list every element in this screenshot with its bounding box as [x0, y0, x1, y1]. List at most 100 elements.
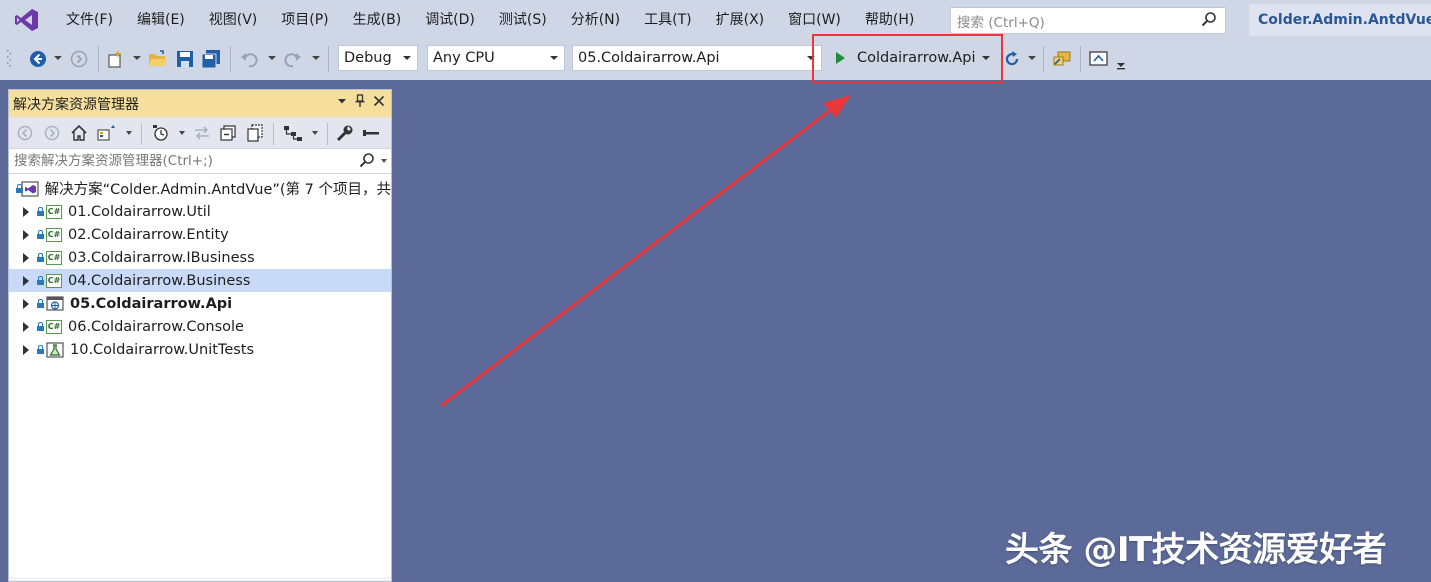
- switch-views-dropdown-icon[interactable]: [126, 131, 132, 135]
- close-icon[interactable]: [373, 95, 385, 111]
- chevron-down-icon: [550, 56, 558, 60]
- lock-icon: [37, 276, 44, 285]
- tree-row-project[interactable]: C# 03.Coldairarrow.IBusiness: [9, 246, 391, 269]
- toolbar-separator: [328, 46, 329, 72]
- lock-icon: [37, 299, 44, 308]
- undo-dropdown-icon[interactable]: [268, 56, 276, 60]
- redo-dropdown-icon[interactable]: [312, 56, 320, 60]
- expand-arrow-icon[interactable]: [23, 206, 29, 217]
- tree-row-solution[interactable]: 解决方案“Colder.Admin.AntdVue”(第 7 个项目，共: [9, 177, 391, 200]
- back-icon[interactable]: [15, 123, 35, 143]
- preview-selected-items-icon[interactable]: [361, 123, 381, 143]
- chevron-down-icon: [981, 56, 990, 60]
- collapse-all-icon[interactable]: [218, 123, 238, 143]
- refresh-icon[interactable]: [1001, 48, 1023, 70]
- solution-explorer-search-placeholder: 搜索解决方案资源管理器(Ctrl+;): [14, 153, 213, 169]
- redo-icon[interactable]: [282, 48, 304, 70]
- expand-arrow-icon[interactable]: [23, 298, 29, 309]
- menu-view[interactable]: 视图(V): [197, 6, 270, 34]
- menu-window[interactable]: 窗口(W): [776, 6, 853, 34]
- menu-test[interactable]: 测试(S): [487, 6, 559, 34]
- home-icon[interactable]: [69, 123, 89, 143]
- toolbar-grip-icon[interactable]: [6, 48, 12, 70]
- new-project-icon[interactable]: [105, 48, 127, 70]
- search-icon: [359, 152, 375, 176]
- switch-views-icon[interactable]: [97, 123, 117, 143]
- toolbar-separator: [230, 46, 231, 72]
- properties-wrench-icon[interactable]: [335, 123, 355, 143]
- navigate-back-icon[interactable]: [27, 48, 49, 70]
- tree-view-icon[interactable]: [283, 123, 303, 143]
- solution-configuration-select[interactable]: Debug: [338, 45, 418, 71]
- expand-arrow-icon[interactable]: [23, 275, 29, 286]
- start-debugging-button[interactable]: Coldairarrow.Api: [836, 45, 990, 71]
- expand-arrow-icon[interactable]: [23, 321, 29, 332]
- menu-help[interactable]: 帮助(H): [853, 6, 926, 34]
- window-position-dropdown-icon[interactable]: [337, 95, 347, 110]
- sync-with-active-document-icon[interactable]: [192, 123, 212, 143]
- menu-build[interactable]: 生成(B): [341, 6, 414, 34]
- open-file-icon[interactable]: [147, 48, 169, 70]
- search-icon: [1201, 11, 1217, 31]
- menu-tools[interactable]: 工具(T): [632, 6, 703, 34]
- project-label: 02.Coldairarrow.Entity: [68, 226, 229, 243]
- solution-explorer-titlebar: 解决方案资源管理器: [9, 90, 391, 117]
- project-label: 04.Coldairarrow.Business: [68, 272, 251, 289]
- tree-row-project[interactable]: C# 01.Coldairarrow.Util: [9, 200, 391, 223]
- solution-explorer-title: 解决方案资源管理器: [13, 96, 139, 113]
- csharp-project-icon: C#: [46, 273, 62, 288]
- toolbar-separator: [141, 123, 142, 145]
- save-icon[interactable]: [174, 48, 196, 70]
- show-all-files-icon[interactable]: [245, 123, 265, 143]
- watermark-text: 头条 @IT技术资源爱好者: [1005, 530, 1387, 570]
- tree-row-project[interactable]: C# 02.Coldairarrow.Entity: [9, 223, 391, 246]
- pending-changes-filter-icon[interactable]: [151, 123, 171, 143]
- new-project-dropdown-icon[interactable]: [133, 56, 141, 60]
- test-project-icon: [46, 341, 64, 358]
- toolbar-options-icon[interactable]: [1114, 54, 1128, 76]
- forward-icon[interactable]: [42, 123, 62, 143]
- csharp-project-icon: C#: [46, 227, 62, 242]
- menu-analyze[interactable]: 分析(N): [559, 6, 632, 34]
- browser-link-icon[interactable]: [1051, 48, 1073, 70]
- solution-configuration-value: Debug: [344, 50, 392, 66]
- expand-arrow-icon[interactable]: [23, 229, 29, 240]
- solution-explorer-panel: 解决方案资源管理器 搜索解决方案资源管理器(Ctrl+;) 解决方案“Colde…: [8, 89, 392, 582]
- toolbar-separator: [1080, 46, 1081, 72]
- expand-arrow-icon[interactable]: [23, 252, 29, 263]
- solution-explorer-search-input[interactable]: 搜索解决方案资源管理器(Ctrl+;): [9, 149, 391, 174]
- navigate-back-dropdown-icon[interactable]: [54, 56, 62, 60]
- tree-view-dropdown-icon[interactable]: [312, 131, 318, 135]
- solution-platform-select[interactable]: Any CPU: [427, 45, 565, 71]
- quick-search-input[interactable]: 搜索 (Ctrl+Q): [950, 7, 1226, 34]
- project-label: 03.Coldairarrow.IBusiness: [68, 249, 255, 266]
- menu-edit[interactable]: 编辑(E): [125, 6, 197, 34]
- undo-icon[interactable]: [238, 48, 260, 70]
- lock-icon: [37, 207, 44, 216]
- chevron-down-icon: [403, 56, 411, 60]
- menu-debug[interactable]: 调试(D): [413, 6, 487, 34]
- solution-explorer-toolbar: [9, 117, 391, 149]
- expand-arrow-icon[interactable]: [23, 344, 29, 355]
- live-share-icon[interactable]: [1088, 48, 1110, 70]
- refresh-dropdown-icon[interactable]: [1028, 56, 1036, 60]
- menu-extensions[interactable]: 扩展(X): [704, 6, 777, 34]
- quick-search-placeholder: 搜索 (Ctrl+Q): [957, 14, 1045, 31]
- menu-file[interactable]: 文件(F): [54, 6, 125, 34]
- filter-dropdown-icon[interactable]: [179, 131, 185, 135]
- navigate-forward-icon[interactable]: [68, 48, 90, 70]
- project-label: 05.Coldairarrow.Api: [70, 295, 233, 312]
- tree-row-project-selected[interactable]: C# 04.Coldairarrow.Business: [9, 269, 391, 292]
- csharp-project-icon: C#: [46, 204, 62, 219]
- toolbar-separator: [327, 123, 328, 145]
- tree-row-startup-project[interactable]: 05.Coldairarrow.Api: [9, 292, 391, 315]
- menu-project[interactable]: 项目(P): [269, 6, 340, 34]
- save-all-icon[interactable]: [200, 48, 222, 70]
- pin-icon[interactable]: [355, 94, 365, 111]
- search-options-dropdown-icon[interactable]: [381, 159, 387, 163]
- tree-row-project[interactable]: 10.Coldairarrow.UnitTests: [9, 338, 391, 361]
- startup-project-value: 05.Coldairarrow.Api: [578, 50, 720, 66]
- tree-row-project[interactable]: C# 06.Coldairarrow.Console: [9, 315, 391, 338]
- startup-project-select[interactable]: 05.Coldairarrow.Api: [572, 45, 822, 71]
- project-label: 06.Coldairarrow.Console: [68, 318, 244, 335]
